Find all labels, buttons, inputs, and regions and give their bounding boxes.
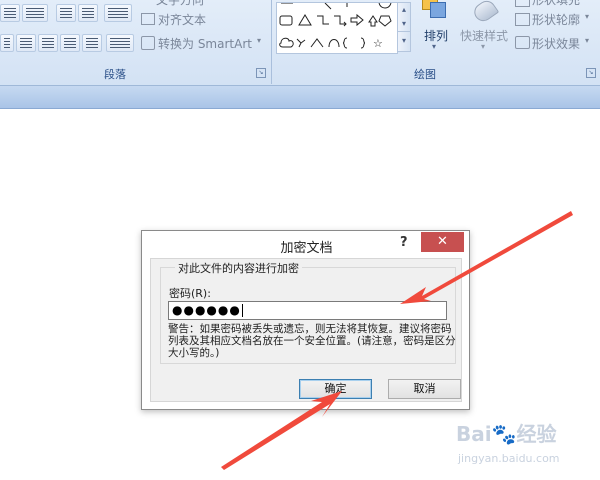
annotation-arrows: [221, 211, 573, 470]
watermark-logo: Bai🐾经验: [456, 422, 557, 446]
watermark-url: jingyan.baidu.com: [458, 452, 560, 465]
baidu-watermark: Bai🐾经验 jingyan.baidu.com: [450, 418, 590, 468]
arrow-to-ok-icon: [221, 391, 342, 470]
arrow-to-password-icon: [400, 211, 573, 304]
